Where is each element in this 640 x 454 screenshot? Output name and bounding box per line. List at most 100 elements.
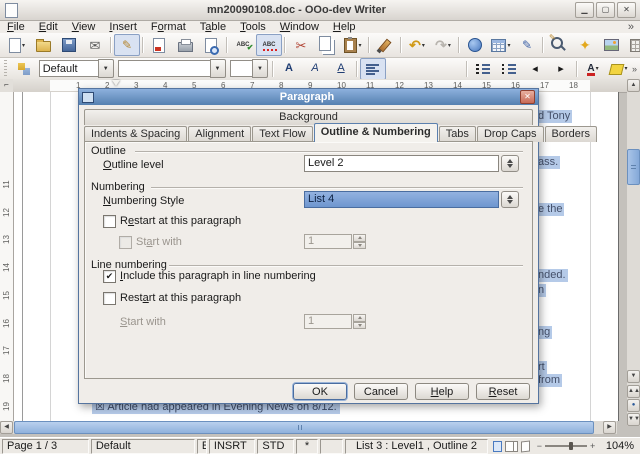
navigation-icon[interactable]: ● — [627, 399, 640, 412]
restart-numbering-checkbox[interactable] — [103, 215, 116, 228]
menu-window[interactable]: Window — [273, 21, 326, 33]
undo-button[interactable]: ↶▾ — [404, 34, 430, 56]
open-button[interactable] — [30, 34, 56, 56]
tab-outline-numbering[interactable]: Outline & Numbering — [314, 123, 438, 142]
reset-button[interactable]: Reset — [476, 383, 530, 400]
previous-page-icon[interactable]: ▲▲ — [627, 385, 640, 398]
toolbar-overflow-icon[interactable]: » — [632, 64, 637, 74]
scroll-up-icon[interactable]: ▲ — [627, 79, 640, 92]
new-document-button[interactable]: ▾ — [4, 34, 30, 56]
data-sources-button[interactable] — [624, 34, 640, 56]
selected-text-fragment[interactable]: from — [537, 374, 562, 387]
selected-text-fragment[interactable]: nded. — [537, 269, 568, 282]
numbering-button[interactable] — [470, 58, 496, 80]
vertical-scrollbar[interactable]: ▲ ▼ ▲▲ ● ▼▼ — [627, 79, 640, 426]
horizontal-scroll-thumb[interactable] — [14, 421, 594, 434]
zoom-in-icon[interactable]: + — [590, 441, 595, 451]
outline-level-value[interactable]: Level 2 — [304, 155, 499, 172]
tab-alignment[interactable]: Alignment — [188, 126, 251, 142]
page-number-field[interactable]: Page 1 / 3 — [2, 439, 89, 454]
scroll-right-icon[interactable]: ▶ — [603, 421, 616, 434]
single-page-view-icon[interactable] — [493, 441, 502, 452]
styles-window-button[interactable] — [11, 58, 37, 80]
bullets-button[interactable] — [496, 58, 522, 80]
language-field[interactable]: English (UK) — [197, 439, 207, 454]
dialog-title-bar[interactable]: Paragraph ✕ — [79, 89, 538, 105]
zoom-slider-thumb[interactable] — [569, 442, 573, 450]
email-button[interactable]: ✉ — [82, 34, 108, 56]
menu-help[interactable]: Help — [326, 21, 363, 33]
align-justified-button[interactable] — [438, 58, 464, 80]
updown-icon[interactable] — [501, 155, 519, 172]
tab-background[interactable]: Background — [84, 109, 533, 125]
chevron-down-icon[interactable]: ▾ — [624, 65, 627, 72]
font-color-button[interactable]: A▾ — [580, 58, 606, 80]
align-right-button[interactable] — [412, 58, 438, 80]
increase-indent-button[interactable] — [548, 58, 574, 80]
restart-line-numbering-checkbox[interactable] — [103, 292, 116, 305]
outline-level-combo[interactable]: Level 2 — [304, 155, 519, 172]
tab-tabs[interactable]: Tabs — [439, 126, 476, 142]
chevron-down-icon[interactable]: ▼ — [210, 59, 226, 78]
chevron-down-icon[interactable]: ▾ — [422, 42, 425, 49]
spelling-button[interactable]: ABC — [230, 34, 256, 56]
zoom-out-icon[interactable]: − — [537, 441, 542, 451]
zoom-percent[interactable]: 104% — [599, 440, 638, 453]
vertical-scroll-thumb[interactable] — [627, 149, 640, 185]
selected-text-fragment[interactable]: ng — [537, 326, 552, 339]
ok-button[interactable]: OK — [293, 383, 347, 400]
numbering-style-value[interactable]: List 4 — [304, 191, 499, 208]
export-pdf-button[interactable] — [146, 34, 172, 56]
next-page-icon[interactable]: ▼▼ — [627, 413, 640, 426]
selected-text-fragment[interactable]: e the — [537, 203, 564, 216]
insert-mode-field[interactable]: INSRT — [209, 439, 255, 454]
selected-text-fragment[interactable]: ass. — [537, 156, 560, 169]
maximize-button[interactable]: ▢ — [596, 2, 615, 18]
include-line-numbering-checkbox[interactable]: ✔ — [103, 270, 116, 283]
find-replace-button[interactable] — [546, 34, 572, 56]
menu-format[interactable]: Format — [144, 21, 193, 33]
copy-button[interactable] — [314, 34, 340, 56]
table-button[interactable]: ▾ — [488, 34, 514, 56]
paragraph-style-value[interactable]: Default — [39, 60, 98, 77]
chevron-down-icon[interactable]: ▼ — [252, 59, 268, 78]
tab-borders[interactable]: Borders — [545, 126, 598, 142]
scroll-down-icon[interactable]: ▼ — [627, 370, 640, 383]
highlighting-button[interactable]: ▾ — [606, 58, 632, 80]
page-style-field[interactable]: Default — [91, 439, 195, 454]
edit-file-button[interactable]: ✎ — [114, 34, 140, 56]
chevron-down-icon[interactable]: ▾ — [358, 42, 361, 49]
selection-mode-field[interactable]: STD — [257, 439, 294, 454]
help-button[interactable]: Help — [415, 383, 469, 400]
bold-button[interactable]: A — [276, 58, 302, 80]
align-left-button[interactable] — [360, 58, 386, 80]
chevron-down-icon[interactable]: ▾ — [448, 42, 451, 49]
menu-view[interactable]: View — [65, 21, 103, 33]
font-name-combo[interactable]: ▼ — [118, 60, 226, 77]
menu-overflow-icon[interactable]: » — [628, 21, 640, 33]
menu-edit[interactable]: Edit — [32, 21, 65, 33]
align-center-button[interactable] — [386, 58, 412, 80]
page-preview-button[interactable] — [198, 34, 224, 56]
cut-button[interactable]: ✂ — [288, 34, 314, 56]
italic-button[interactable]: A — [302, 58, 328, 80]
underline-button[interactable]: A — [328, 58, 354, 80]
cancel-button[interactable]: Cancel — [354, 383, 408, 400]
tab-indents-spacing[interactable]: Indents & Spacing — [84, 126, 187, 142]
font-size-combo[interactable]: ▼ — [230, 60, 268, 77]
navigator-button[interactable]: ✦ — [572, 34, 598, 56]
close-button[interactable]: ✕ — [617, 2, 636, 18]
hyperlink-button[interactable] — [462, 34, 488, 56]
multi-page-view-icon[interactable] — [505, 441, 514, 452]
save-button[interactable] — [56, 34, 82, 56]
gallery-button[interactable] — [598, 34, 624, 56]
indent-marker[interactable] — [112, 80, 120, 86]
minimize-button[interactable]: ▁ — [575, 2, 594, 18]
tab-drop-caps[interactable]: Drop Caps — [477, 126, 544, 142]
font-name-value[interactable] — [118, 60, 210, 77]
menu-insert[interactable]: Insert — [102, 21, 144, 33]
chevron-down-icon[interactable]: ▾ — [22, 42, 25, 49]
chevron-down-icon[interactable]: ▾ — [507, 42, 510, 49]
decrease-indent-button[interactable] — [522, 58, 548, 80]
paragraph-style-combo[interactable]: Default ▼ — [39, 60, 114, 77]
